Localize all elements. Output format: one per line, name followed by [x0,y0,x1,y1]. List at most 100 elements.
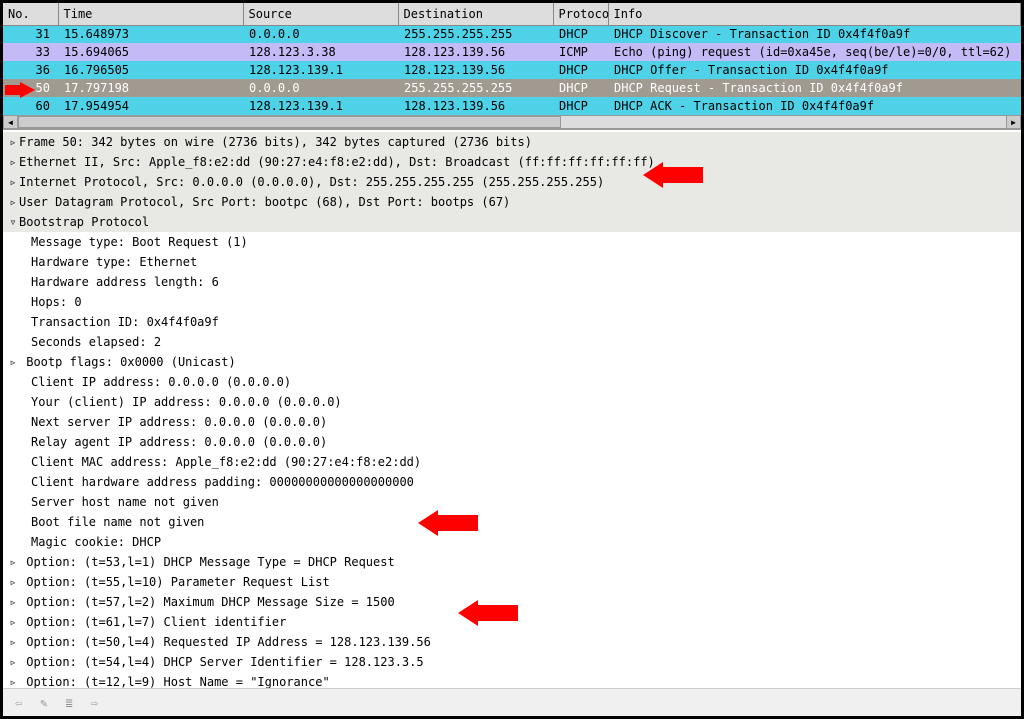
detail-text: Ethernet II, Src: Apple_f8:e2:dd (90:27:… [19,155,655,169]
detail-ethernet[interactable]: ▹Ethernet II, Src: Apple_f8:e2:dd (90:27… [3,152,1021,172]
packet-list-pane: No. Time Source Destination Protocol Inf… [3,3,1021,129]
col-header-info[interactable]: Info [608,3,1021,25]
packet-table-header-row: No. Time Source Destination Protocol Inf… [3,3,1021,25]
detail-text: Boot file name not given [31,515,204,529]
detail-text: Frame 50: 342 bytes on wire (2736 bits),… [19,135,532,149]
detail-text: Option: (t=61,l=7) Client identifier [26,615,286,629]
detail-item-option[interactable]: ▹ Option: (t=55,l=10) Parameter Request … [3,572,1021,592]
cell-time: 15.648973 [58,25,243,43]
detail-text: Magic cookie: DHCP [31,535,161,549]
detail-text: Hops: 0 [31,295,82,309]
cell-source: 128.123.139.1 [243,61,398,79]
detail-text: Relay agent IP address: 0.0.0.0 (0.0.0.0… [31,435,327,449]
detail-item[interactable]: ▹ Bootp flags: 0x0000 (Unicast) [3,352,1021,372]
cell-info: DHCP Request - Transaction ID 0x4f4f0a9f [608,79,1021,97]
detail-text: Next server IP address: 0.0.0.0 (0.0.0.0… [31,415,327,429]
cell-no: 31 [3,25,58,43]
detail-text: Hardware address length: 6 [31,275,219,289]
detail-item[interactable]: Your (client) IP address: 0.0.0.0 (0.0.0… [3,392,1021,412]
cell-dest: 255.255.255.255 [398,79,553,97]
detail-item[interactable]: Hardware type: Ethernet [3,252,1021,272]
cell-dest: 128.123.139.56 [398,61,553,79]
col-header-destination[interactable]: Destination [398,3,553,25]
packet-table-body: 3115.6489730.0.0.0255.255.255.255DHCPDHC… [3,25,1021,115]
detail-text: Seconds elapsed: 2 [31,335,161,349]
detail-item-option[interactable]: ▹ Option: (t=53,l=1) DHCP Message Type =… [3,552,1021,572]
cell-no: 33 [3,43,58,61]
detail-text: Message type: Boot Request (1) [31,235,248,249]
list-button[interactable]: ≣ [65,696,72,710]
detail-udp[interactable]: ▹User Datagram Protocol, Src Port: bootp… [3,192,1021,212]
expand-icon[interactable]: ▹ [7,133,19,151]
packet-list-h-scrollbar[interactable]: ◂ ▸ [3,115,1021,129]
expand-icon[interactable]: ▹ [7,673,19,688]
nav-forward-button[interactable]: ⇨ [91,696,98,710]
detail-item-option[interactable]: ▹ Option: (t=12,l=9) Host Name = "Ignora… [3,672,1021,688]
expand-icon[interactable]: ▹ [7,653,19,671]
detail-ip[interactable]: ▹Internet Protocol, Src: 0.0.0.0 (0.0.0.… [3,172,1021,192]
detail-text: Client hardware address padding: 0000000… [31,475,414,489]
expand-icon[interactable]: ▹ [7,153,19,171]
detail-text: Option: (t=57,l=2) Maximum DHCP Message … [26,595,394,609]
cell-dest: 128.123.139.56 [398,97,553,115]
detail-item[interactable]: Relay agent IP address: 0.0.0.0 (0.0.0.0… [3,432,1021,452]
detail-item[interactable]: Client MAC address: Apple_f8:e2:dd (90:2… [3,452,1021,472]
table-row[interactable]: 3616.796505128.123.139.1128.123.139.56DH… [3,61,1021,79]
cell-source: 128.123.3.38 [243,43,398,61]
col-header-time[interactable]: Time [58,3,243,25]
detail-text: Option: (t=53,l=1) DHCP Message Type = D… [26,555,394,569]
detail-item[interactable]: Message type: Boot Request (1) [3,232,1021,252]
expand-icon[interactable]: ▹ [7,173,19,191]
annotation-arrow-ip-line [643,162,703,191]
annotation-arrow-selected-row [5,82,35,98]
table-row[interactable]: 5017.7971980.0.0.0255.255.255.255DHCPDHC… [3,79,1021,97]
table-row[interactable]: 3115.6489730.0.0.0255.255.255.255DHCPDHC… [3,25,1021,43]
annotation-arrow-dhcp-request [418,510,478,539]
expand-icon[interactable]: ▹ [7,593,19,611]
detail-item-option[interactable]: ▹ Option: (t=54,l=4) DHCP Server Identif… [3,652,1021,672]
detail-item[interactable]: Client hardware address padding: 0000000… [3,472,1021,492]
expand-icon[interactable]: ▹ [7,353,19,371]
col-header-protocol[interactable]: Protocol [553,3,608,25]
packet-table: No. Time Source Destination Protocol Inf… [3,3,1021,115]
edit-button[interactable]: ✎ [40,696,47,710]
detail-item[interactable]: Hardware address length: 6 [3,272,1021,292]
cell-proto: DHCP [553,97,608,115]
cell-proto: DHCP [553,25,608,43]
scroll-left-button[interactable]: ◂ [4,116,18,128]
detail-item[interactable]: Client IP address: 0.0.0.0 (0.0.0.0) [3,372,1021,392]
detail-item[interactable]: Hops: 0 [3,292,1021,312]
annotation-arrow-server-identifier [458,600,518,629]
bottom-toolbar: ⇦ ✎ ≣ ⇨ [3,688,1021,716]
detail-frame[interactable]: ▹Frame 50: 342 bytes on wire (2736 bits)… [3,132,1021,152]
table-row[interactable]: 3315.694065128.123.3.38128.123.139.56ICM… [3,43,1021,61]
expand-icon[interactable]: ▹ [7,633,19,651]
cell-info: DHCP ACK - Transaction ID 0x4f4f0a9f [608,97,1021,115]
col-header-no[interactable]: No. [3,3,58,25]
cell-source: 0.0.0.0 [243,25,398,43]
detail-item-option[interactable]: ▹ Option: (t=50,l=4) Requested IP Addres… [3,632,1021,652]
expand-icon[interactable]: ▹ [7,193,19,211]
scroll-right-button[interactable]: ▸ [1006,116,1020,128]
cell-info: DHCP Offer - Transaction ID 0x4f4f0a9f [608,61,1021,79]
detail-item[interactable]: Magic cookie: DHCP [3,532,1021,552]
expand-icon[interactable]: ▹ [7,613,19,631]
expand-icon[interactable]: ▹ [7,553,19,571]
detail-item[interactable]: Next server IP address: 0.0.0.0 (0.0.0.0… [3,412,1021,432]
table-row[interactable]: 6017.954954128.123.139.1128.123.139.56DH… [3,97,1021,115]
detail-item[interactable]: Transaction ID: 0x4f4f0a9f [3,312,1021,332]
col-header-source[interactable]: Source [243,3,398,25]
detail-text: Your (client) IP address: 0.0.0.0 (0.0.0… [31,395,342,409]
collapse-icon[interactable]: ▿ [7,213,19,231]
cell-time: 15.694065 [58,43,243,61]
detail-item[interactable]: Boot file name not given [3,512,1021,532]
expand-icon[interactable]: ▹ [7,573,19,591]
cell-info: DHCP Discover - Transaction ID 0x4f4f0a9… [608,25,1021,43]
detail-item[interactable]: Seconds elapsed: 2 [3,332,1021,352]
detail-bootp[interactable]: ▿Bootstrap Protocol [3,212,1021,232]
scroll-track[interactable] [18,116,1006,128]
detail-item[interactable]: Server host name not given [3,492,1021,512]
cell-source: 128.123.139.1 [243,97,398,115]
scroll-thumb[interactable] [18,116,561,128]
nav-back-button[interactable]: ⇦ [15,696,22,710]
